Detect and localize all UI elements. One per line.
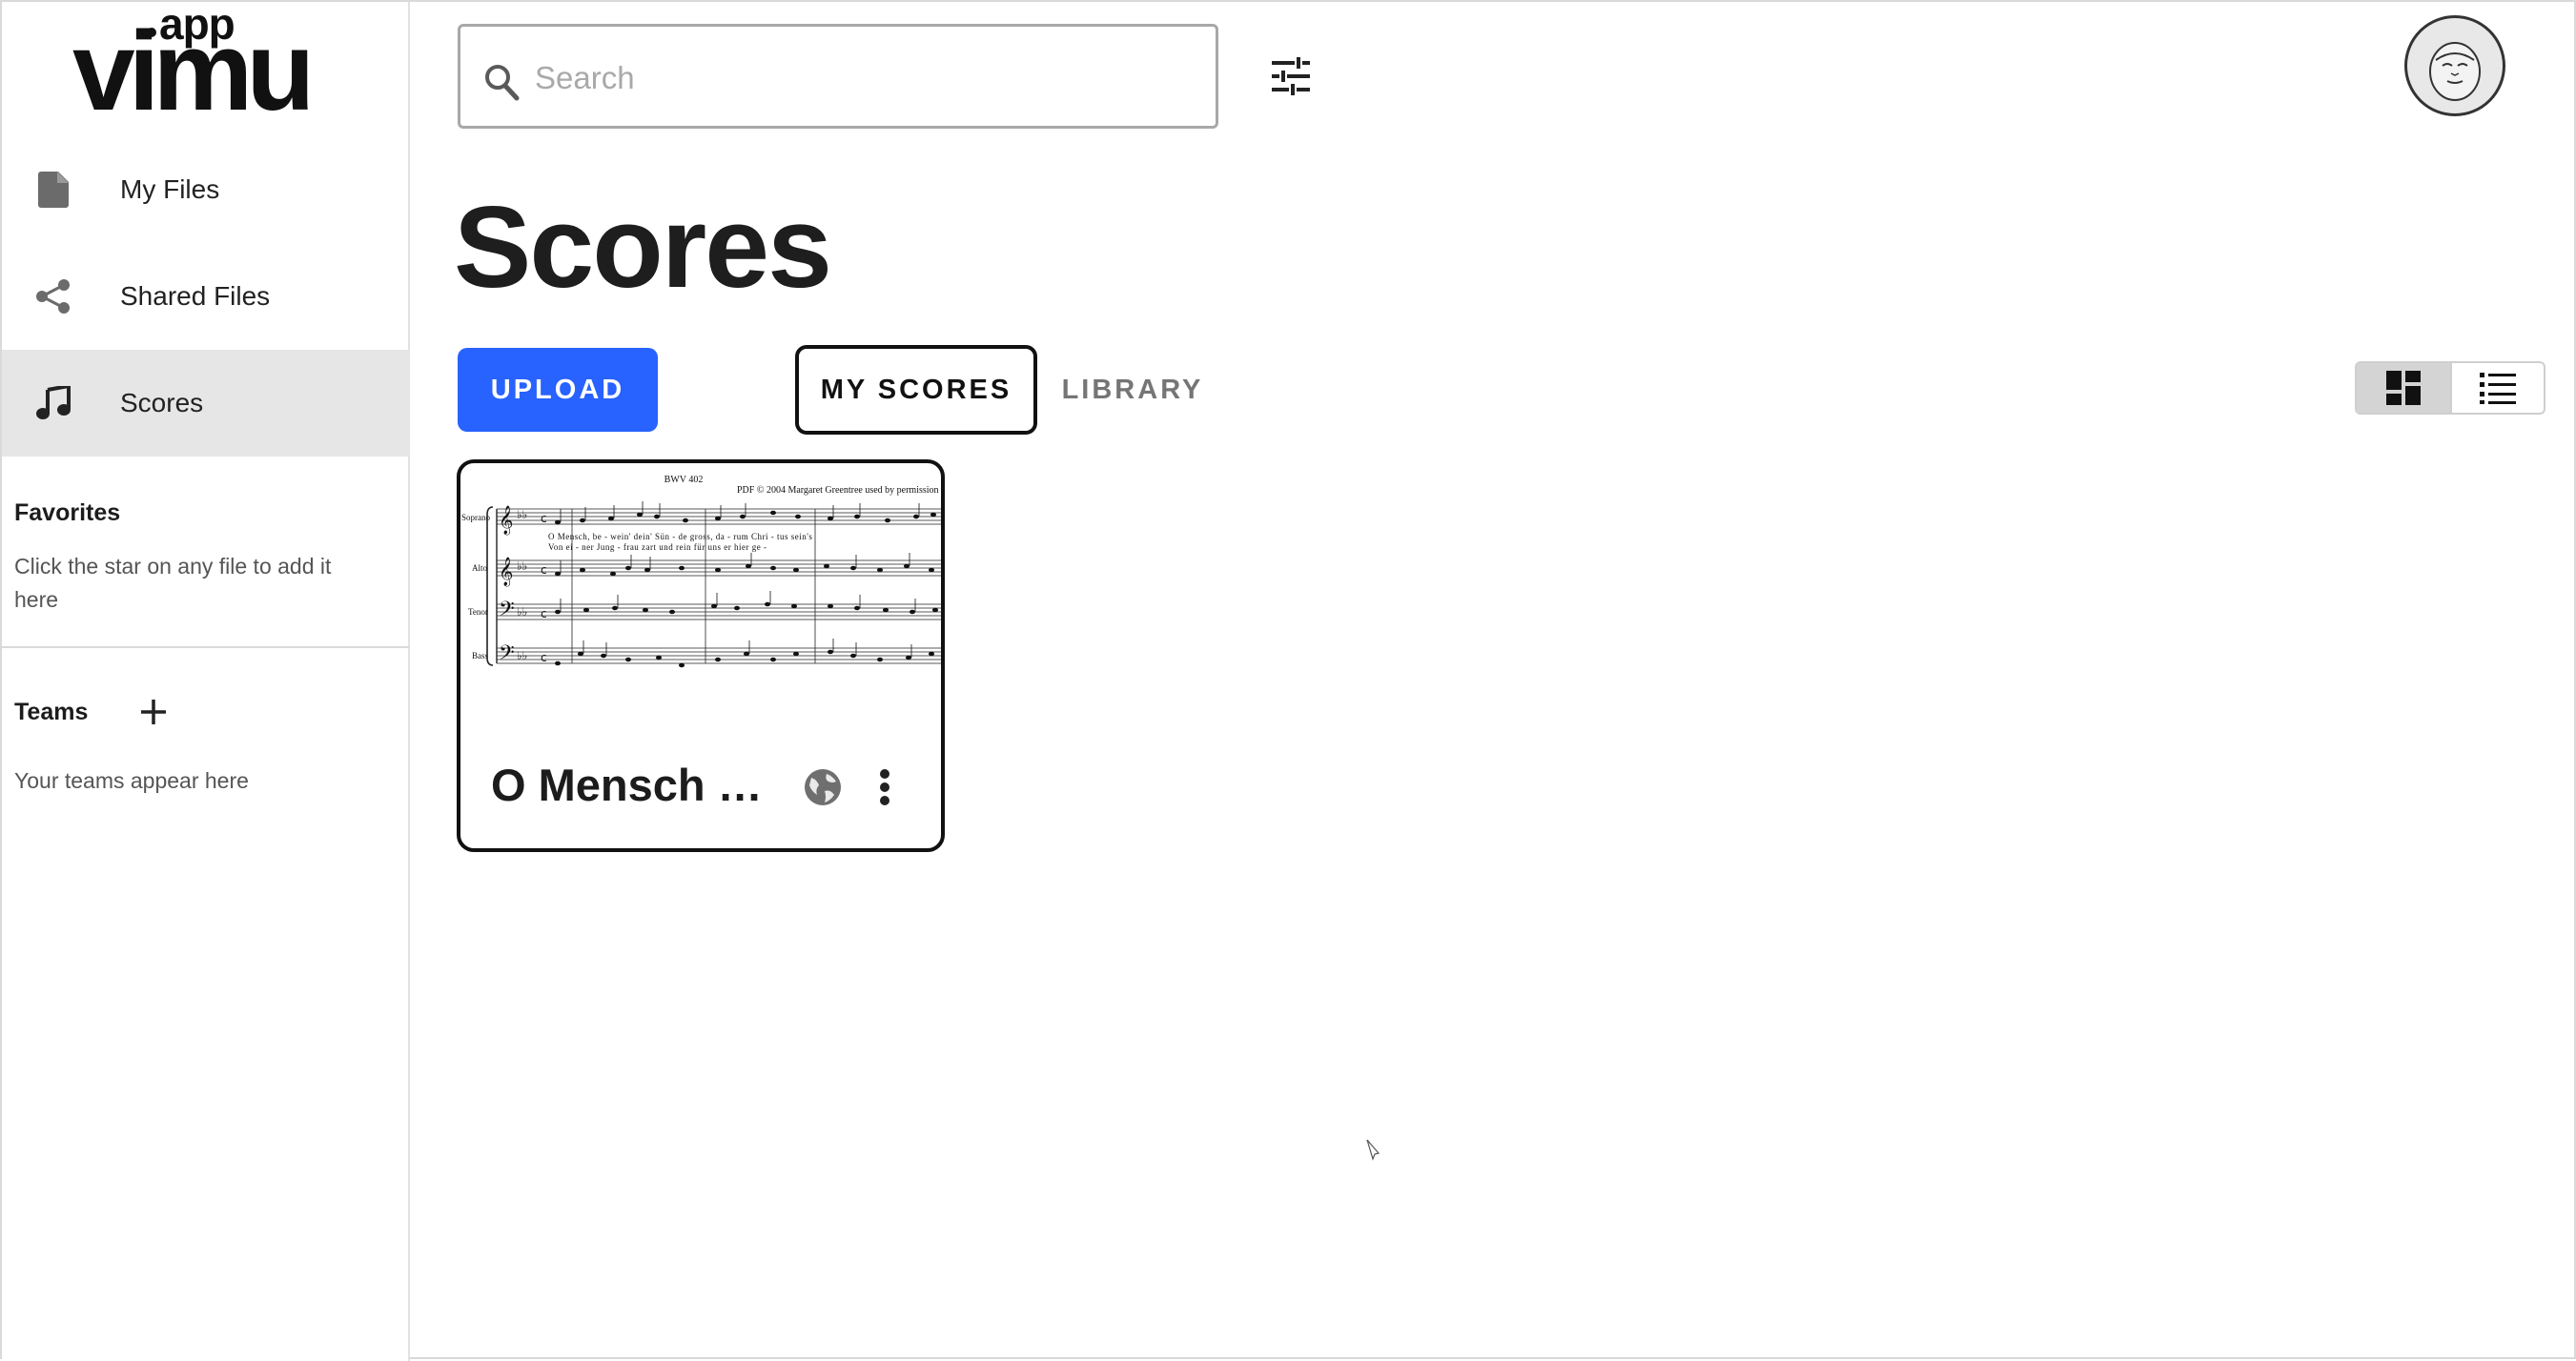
svg-text:𝄞: 𝄞: [499, 505, 513, 536]
more-options-button[interactable]: [870, 764, 899, 810]
sidebar-item-label: Scores: [120, 388, 204, 417]
sliders-icon: [1272, 57, 1310, 95]
teams-empty-text: Your teams appear here: [14, 768, 249, 793]
sidebar-item-label: My Files: [120, 174, 220, 204]
app-window: app vimu My Files Shared Files Scores Fa…: [0, 0, 2576, 1361]
add-team-button[interactable]: [135, 694, 172, 730]
file-icon: [34, 171, 72, 209]
logo-brand: vimu: [72, 9, 315, 134]
teams-title: Teams: [14, 699, 89, 725]
tab-library[interactable]: LIBRARY: [1051, 345, 1215, 435]
svg-text:♭♭: ♭♭: [517, 559, 527, 573]
key-signatures: ♭♭ ♭♭ ♭♭ ♭♭ c c c c: [517, 508, 547, 664]
share-icon: [34, 277, 72, 315]
svg-text:𝄢: 𝄢: [499, 598, 515, 626]
note-stems: [560, 501, 920, 658]
user-avatar[interactable]: [2404, 15, 2505, 116]
favorites-title: Favorites: [14, 499, 121, 526]
score-catalog: BWV 402: [664, 475, 704, 485]
part-label-tenor: Tenor: [468, 607, 488, 617]
more-vert-icon: [880, 769, 889, 805]
part-label-alto: Alto: [472, 563, 488, 573]
part-label-bass: Bass: [472, 651, 489, 660]
list-view-button[interactable]: [2449, 363, 2544, 413]
mouse-cursor-icon: [1366, 1139, 1380, 1161]
search-box: [458, 24, 1218, 129]
svg-text:♭♭: ♭♭: [517, 649, 527, 662]
svg-text:♭♭: ♭♭: [517, 605, 527, 619]
music-note-icon: [34, 384, 72, 422]
plus-icon: [141, 700, 166, 724]
svg-text:c: c: [541, 512, 547, 525]
part-label-soprano: Soprano: [461, 513, 490, 522]
sidebar-item-label: Shared Files: [120, 281, 271, 311]
score-thumbnail[interactable]: BWV 402 PDF © 2004 Margaret Greentree us…: [460, 463, 941, 701]
search-icon: [485, 65, 520, 101]
tab-my-scores[interactable]: MY SCORES: [795, 345, 1037, 435]
avatar-face-icon: [2429, 42, 2481, 101]
vimu-logo[interactable]: app vimu: [72, 0, 330, 134]
sidebar: app vimu My Files Shared Files Scores Fa…: [2, 0, 410, 1361]
lyrics-line-1: O Mensch, be - wein' dein' Sün - de gros…: [548, 532, 812, 541]
sidebar-item-scores[interactable]: Scores: [2, 350, 410, 457]
list-view-icon: [2479, 373, 2516, 404]
view-toggle: [2355, 361, 2545, 415]
svg-text:c: c: [541, 563, 547, 577]
lyrics-line-2: Von ei - ner Jung - frau zart und rein f…: [548, 542, 767, 552]
filter-button[interactable]: [1270, 55, 1312, 97]
favorites-empty-text: Click the star on any file to add it her…: [14, 554, 332, 612]
globe-icon: [805, 769, 841, 805]
visibility-button[interactable]: [802, 766, 844, 808]
score-title[interactable]: O Mensch b...: [491, 759, 777, 811]
upload-button[interactable]: UPLOAD: [458, 348, 658, 432]
svg-text:c: c: [541, 607, 547, 620]
grid-view-icon: [2385, 371, 2421, 405]
svg-text:♭♭: ♭♭: [517, 508, 527, 521]
score-copyright: PDF © 2004 Margaret Greentree used by pe…: [737, 485, 939, 496]
svg-text:𝄞: 𝄞: [499, 557, 513, 587]
part-labels: Soprano Alto Tenor Bass: [461, 513, 490, 660]
grid-view-button[interactable]: [2357, 363, 2450, 413]
svg-text:c: c: [541, 651, 547, 664]
svg-text:𝄢: 𝄢: [499, 641, 515, 670]
search-input[interactable]: [533, 53, 1191, 103]
score-card[interactable]: BWV 402 PDF © 2004 Margaret Greentree us…: [457, 459, 945, 852]
sidebar-item-shared-files[interactable]: Shared Files: [2, 243, 410, 350]
sidebar-divider: [2, 646, 410, 648]
sidebar-item-my-files[interactable]: My Files: [2, 136, 410, 243]
clefs: 𝄞 𝄞 𝄢 𝄢: [499, 505, 515, 670]
page-title: Scores: [454, 182, 832, 312]
